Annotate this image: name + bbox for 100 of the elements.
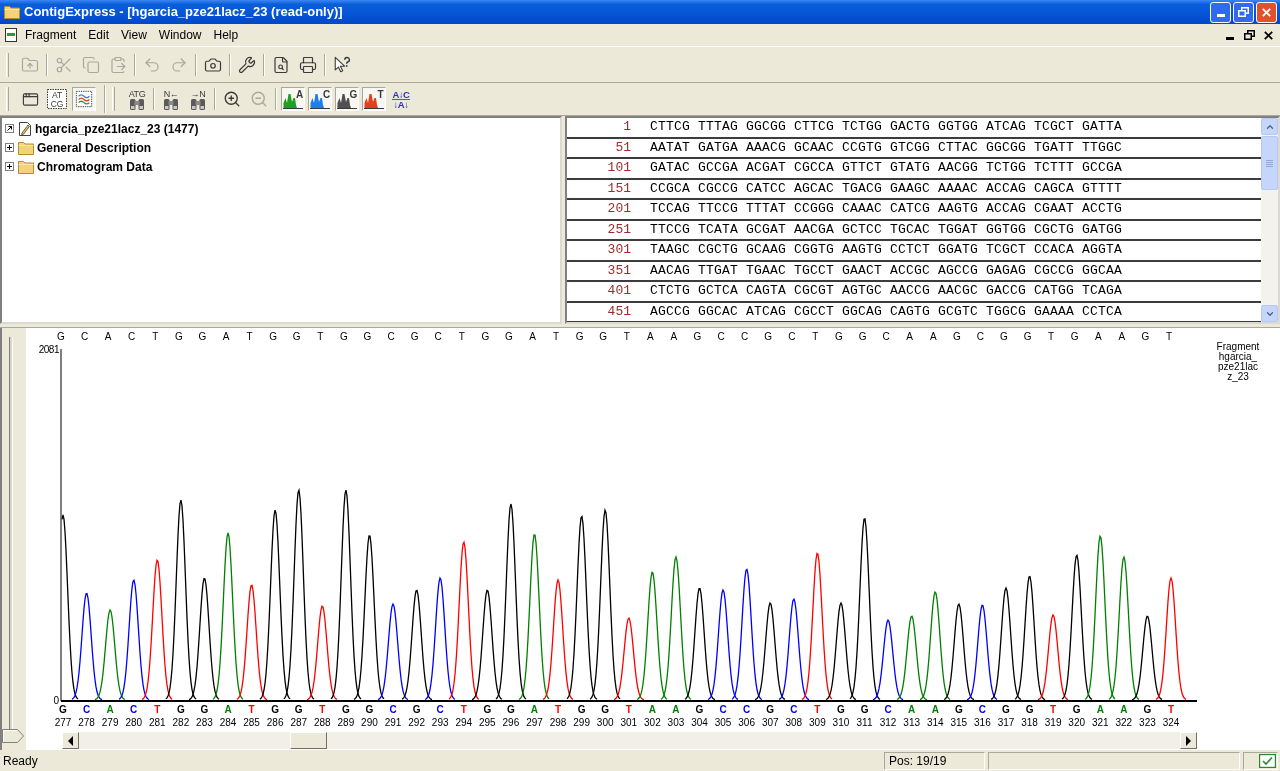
restore-icon bbox=[1238, 7, 1249, 17]
position-label: 313 bbox=[903, 717, 920, 728]
base-letter: G bbox=[363, 331, 372, 342]
base-letter: G bbox=[198, 331, 207, 342]
minimize-icon bbox=[1216, 14, 1225, 17]
base-call: A bbox=[1096, 704, 1104, 715]
base-call: G bbox=[1002, 704, 1010, 715]
menu-item[interactable]: Edit bbox=[82, 26, 116, 44]
sequence-view-button[interactable]: AT CG bbox=[45, 87, 69, 111]
arrow-box-icon[interactable] bbox=[5, 124, 14, 133]
base-letter: G bbox=[505, 331, 513, 342]
base-letter: G bbox=[693, 331, 702, 342]
base-letter: G bbox=[57, 331, 65, 342]
line-number: 401 bbox=[606, 284, 631, 299]
position-label: 296 bbox=[502, 717, 520, 728]
position-label: 287 bbox=[290, 717, 308, 728]
scroll-left-button[interactable] bbox=[62, 732, 79, 749]
sequence-text: TAAGC CGCTG GCAAG CGGTG AAGTG CCTCT GGATG TCGCT CCACA AGGTA bbox=[650, 243, 1123, 258]
trace-toggle-button[interactable]: T bbox=[362, 87, 386, 111]
slider-thumb[interactable] bbox=[2, 729, 24, 743]
trace-toggle-button[interactable]: C bbox=[308, 87, 332, 111]
position-label: 308 bbox=[785, 717, 803, 728]
menu-item[interactable]: Window bbox=[152, 26, 208, 44]
line-number: 51 bbox=[614, 140, 631, 155]
tree-item-label[interactable]: General Description bbox=[37, 138, 152, 157]
base-letter: T bbox=[317, 331, 324, 342]
base-call: C bbox=[884, 704, 892, 715]
scroll-down-button[interactable] bbox=[1261, 305, 1278, 322]
base-letter: T bbox=[812, 331, 819, 342]
base-call: G bbox=[365, 704, 374, 715]
find-button[interactable]: N← bbox=[159, 87, 183, 111]
wave-lines-icon bbox=[75, 90, 93, 108]
menu-item[interactable]: View bbox=[115, 26, 153, 44]
position-label: 292 bbox=[408, 717, 425, 728]
scroll-up-button[interactable] bbox=[1261, 118, 1278, 135]
position-label: 319 bbox=[1044, 717, 1062, 728]
sequence-text: AATAT GATGA AAACG GCAAC CCGTG GTCGG CTTAC GGCGG TGATT TTGGC bbox=[650, 140, 1123, 155]
sequence-text: AGCCG GGCAC ATCAG CGCCT GGCAG CAGTG GCGTC TGGCG GAAAA CCTCA bbox=[650, 304, 1123, 319]
sequence-text: CCGCA CGCCG CATCC AGCAC TGACG GAAGC AAAAC ACCAG CAGCA GTTTT bbox=[650, 181, 1123, 196]
axis-label: 0 bbox=[53, 695, 59, 706]
vertical-scrollbar[interactable] bbox=[1261, 118, 1278, 322]
zoom-in-icon bbox=[223, 90, 241, 108]
base-letter: G bbox=[835, 331, 843, 342]
base-call: C bbox=[790, 704, 798, 715]
position-label: 294 bbox=[455, 717, 473, 728]
restore-button[interactable] bbox=[1241, 28, 1257, 42]
line-number: 451 bbox=[606, 304, 631, 319]
find-button[interactable]: ATG bbox=[125, 87, 149, 111]
trace-toggle-button[interactable]: G bbox=[335, 87, 359, 111]
position-label: 280 bbox=[125, 717, 143, 728]
trace-toggle-button[interactable]: A bbox=[281, 87, 305, 111]
chromatogram-view-button[interactable] bbox=[72, 87, 96, 111]
base-call: G bbox=[695, 704, 704, 715]
position-label: 279 bbox=[101, 717, 119, 728]
tree-item-label[interactable]: Chromatogram Data bbox=[37, 157, 153, 176]
base-call: A bbox=[530, 704, 539, 715]
position-label: 282 bbox=[172, 717, 190, 728]
line-number: 101 bbox=[606, 161, 631, 176]
plus-icon bbox=[7, 164, 12, 169]
position-label: 320 bbox=[1068, 717, 1086, 728]
base-letter: G bbox=[269, 331, 278, 342]
base-call: A bbox=[224, 704, 232, 715]
position-label: 301 bbox=[620, 717, 638, 728]
base-call: T bbox=[625, 704, 632, 715]
position-label: 291 bbox=[384, 717, 402, 728]
expand-button[interactable] bbox=[5, 162, 14, 171]
tree-item-label[interactable]: hgarcia_pze21lacz_23 (1477) bbox=[35, 119, 199, 138]
base-letter: G bbox=[858, 331, 867, 342]
camera-icon bbox=[204, 55, 222, 74]
menu-item[interactable]: Fragment bbox=[19, 26, 83, 44]
base-letter: T bbox=[246, 331, 253, 342]
base-call: C bbox=[719, 704, 727, 715]
base-call: C bbox=[389, 704, 397, 715]
find-button[interactable]: →N bbox=[186, 87, 210, 111]
menu-item[interactable]: Help bbox=[207, 26, 245, 44]
base-swap-button[interactable]: A↓C ↓A↓ bbox=[389, 87, 413, 111]
position-label: 309 bbox=[809, 717, 826, 728]
base-letter: G bbox=[764, 331, 773, 342]
expand-button[interactable] bbox=[5, 143, 14, 152]
status-message: Ready bbox=[3, 752, 39, 770]
base-call: A bbox=[1120, 704, 1128, 715]
base-letter: T bbox=[553, 331, 560, 342]
horizontal-scrollbar[interactable] bbox=[62, 732, 1197, 749]
left-arrow-icon bbox=[67, 735, 74, 746]
base-call: C bbox=[436, 704, 444, 715]
plus-icon bbox=[7, 145, 12, 150]
base-call: G bbox=[766, 704, 775, 715]
base-letter: C bbox=[128, 331, 136, 342]
base-letter: T bbox=[623, 331, 630, 342]
base-letter: G bbox=[1023, 331, 1032, 342]
base-call: A bbox=[106, 704, 114, 715]
undo-icon bbox=[143, 55, 161, 74]
position-label: 323 bbox=[1139, 717, 1156, 728]
position-label: 293 bbox=[431, 717, 449, 728]
position-indicator: Pos: 19/19 bbox=[884, 751, 985, 770]
scrollbar-thumb[interactable] bbox=[1261, 136, 1278, 190]
position-label: 314 bbox=[926, 717, 944, 728]
pointer-question-icon bbox=[333, 55, 351, 74]
document-pencil-icon bbox=[18, 120, 32, 137]
scroll-right-button[interactable] bbox=[1180, 732, 1197, 749]
